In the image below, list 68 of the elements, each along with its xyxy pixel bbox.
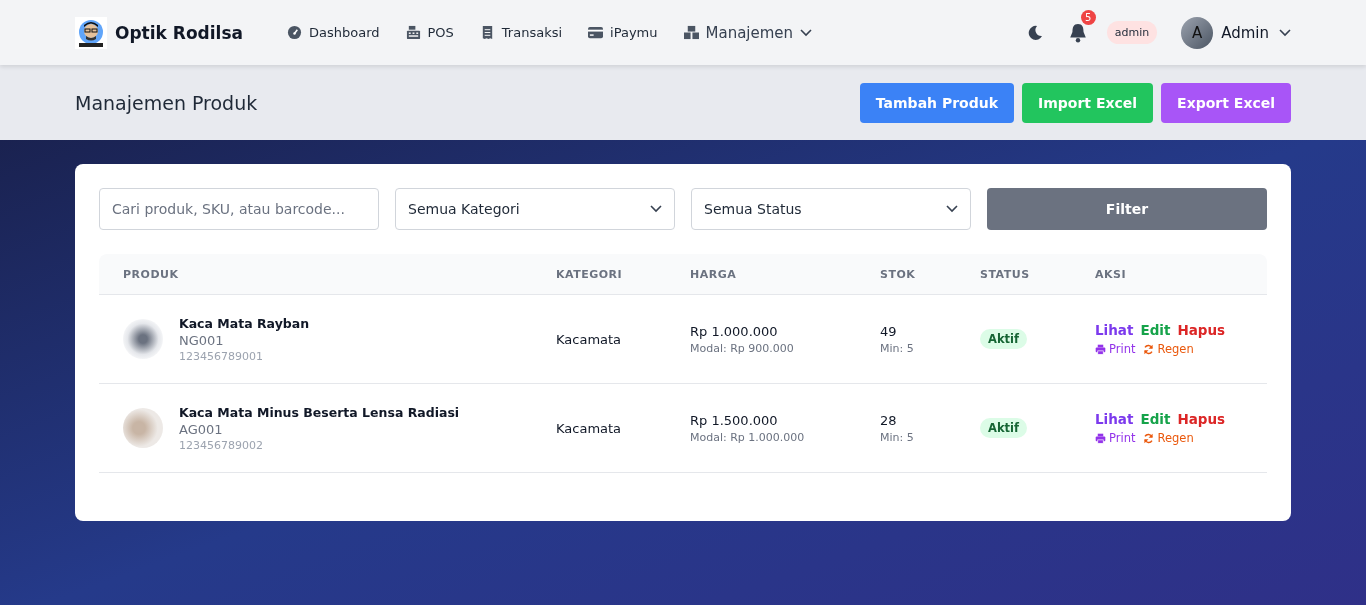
moon-icon[interactable] — [1026, 24, 1043, 41]
nav-link[interactable]: Manajemen — [683, 23, 813, 42]
action-button[interactable]: Tambah Produk — [859, 82, 1014, 123]
stock-text: 49 — [880, 323, 897, 339]
printer-icon — [1095, 432, 1106, 444]
column-header: KATEGORI — [556, 267, 624, 281]
column-header: PRODUK — [122, 267, 180, 281]
stock-text: 28 — [880, 412, 897, 428]
action-link[interactable]: Hapus — [1177, 322, 1226, 338]
price-text: Rp 1.000.000 — [690, 323, 778, 339]
product-barcode: 123456789001 — [179, 349, 264, 363]
product-sku: NG001 — [179, 332, 225, 348]
cost-text: Modal: Rp 900.000 — [690, 341, 794, 355]
price-text: Rp 1.500.000 — [690, 412, 778, 428]
nav-link[interactable]: iPaymu — [588, 25, 658, 40]
regen-link[interactable]: Regen — [1143, 431, 1194, 445]
column-header: STOK — [880, 267, 917, 281]
regen-link[interactable]: Regen — [1143, 342, 1194, 356]
action-link[interactable]: Hapus — [1177, 411, 1226, 427]
product-barcode: 123456789002 — [179, 438, 264, 452]
category-select[interactable]: Semua Kategori — [395, 188, 675, 230]
status-select[interactable]: Semua Status — [691, 188, 971, 230]
category-text: Kacamata — [556, 420, 622, 436]
boxes-icon — [683, 25, 699, 40]
refresh-icon — [1143, 432, 1155, 444]
product-name: Kaca Mata Rayban — [179, 315, 310, 331]
nav-link[interactable]: POS — [405, 25, 454, 40]
action-button[interactable]: Export Excel — [1161, 82, 1291, 123]
print-link[interactable]: Print — [1095, 431, 1136, 445]
logo-icon — [75, 16, 107, 49]
notification-badge: 5 — [1080, 9, 1096, 25]
product-photo — [123, 408, 163, 448]
chevron-down-icon — [800, 28, 813, 37]
product-name: Kaca Mata Minus Beserta Lensa Radiasi — [179, 404, 460, 420]
print-link[interactable]: Print — [1095, 342, 1136, 356]
user-avatar: A — [1181, 16, 1214, 49]
search-field[interactable]: Cari produk, SKU, atau barcode... — [99, 188, 379, 230]
column-header: HARGA — [690, 267, 738, 281]
chevron-down-icon — [650, 205, 662, 213]
min-stock-text: Min: 5 — [880, 341, 914, 355]
product-photo — [123, 319, 163, 359]
brand-name[interactable]: Optik Rodilsa — [115, 22, 243, 43]
column-header: AKSI — [1095, 267, 1128, 281]
cost-text: Modal: Rp 1.000.000 — [690, 430, 805, 444]
filter-button[interactable]: Filter — [987, 188, 1267, 230]
min-stock-text: Min: 5 — [880, 430, 914, 444]
column-header: STATUS — [980, 267, 1031, 281]
status-badge: Aktif — [980, 418, 1027, 438]
bell-icon[interactable] — [1068, 22, 1087, 43]
refresh-icon — [1143, 343, 1155, 355]
category-text: Kacamata — [556, 331, 622, 347]
action-link[interactable]: Lihat — [1095, 411, 1134, 427]
action-link[interactable]: Lihat — [1095, 322, 1134, 338]
product-sku: AG001 — [179, 421, 224, 437]
user-menu[interactable]: A Admin — [1181, 16, 1291, 49]
action-link[interactable]: Edit — [1140, 322, 1171, 338]
nav-link[interactable]: Dashboard — [287, 25, 380, 40]
gauge-icon — [287, 25, 302, 40]
role-badge: admin — [1106, 21, 1158, 44]
chevron-down-icon — [1279, 28, 1291, 37]
status-badge: Aktif — [980, 329, 1027, 349]
chevron-down-icon — [946, 205, 958, 213]
page-title: Manajemen Produk — [75, 91, 258, 114]
credit-card-icon — [588, 25, 604, 40]
printer-icon — [1095, 343, 1106, 355]
nav-link[interactable]: Transaksi — [479, 25, 563, 40]
cash-register-icon — [405, 25, 421, 40]
action-link[interactable]: Edit — [1140, 411, 1171, 427]
